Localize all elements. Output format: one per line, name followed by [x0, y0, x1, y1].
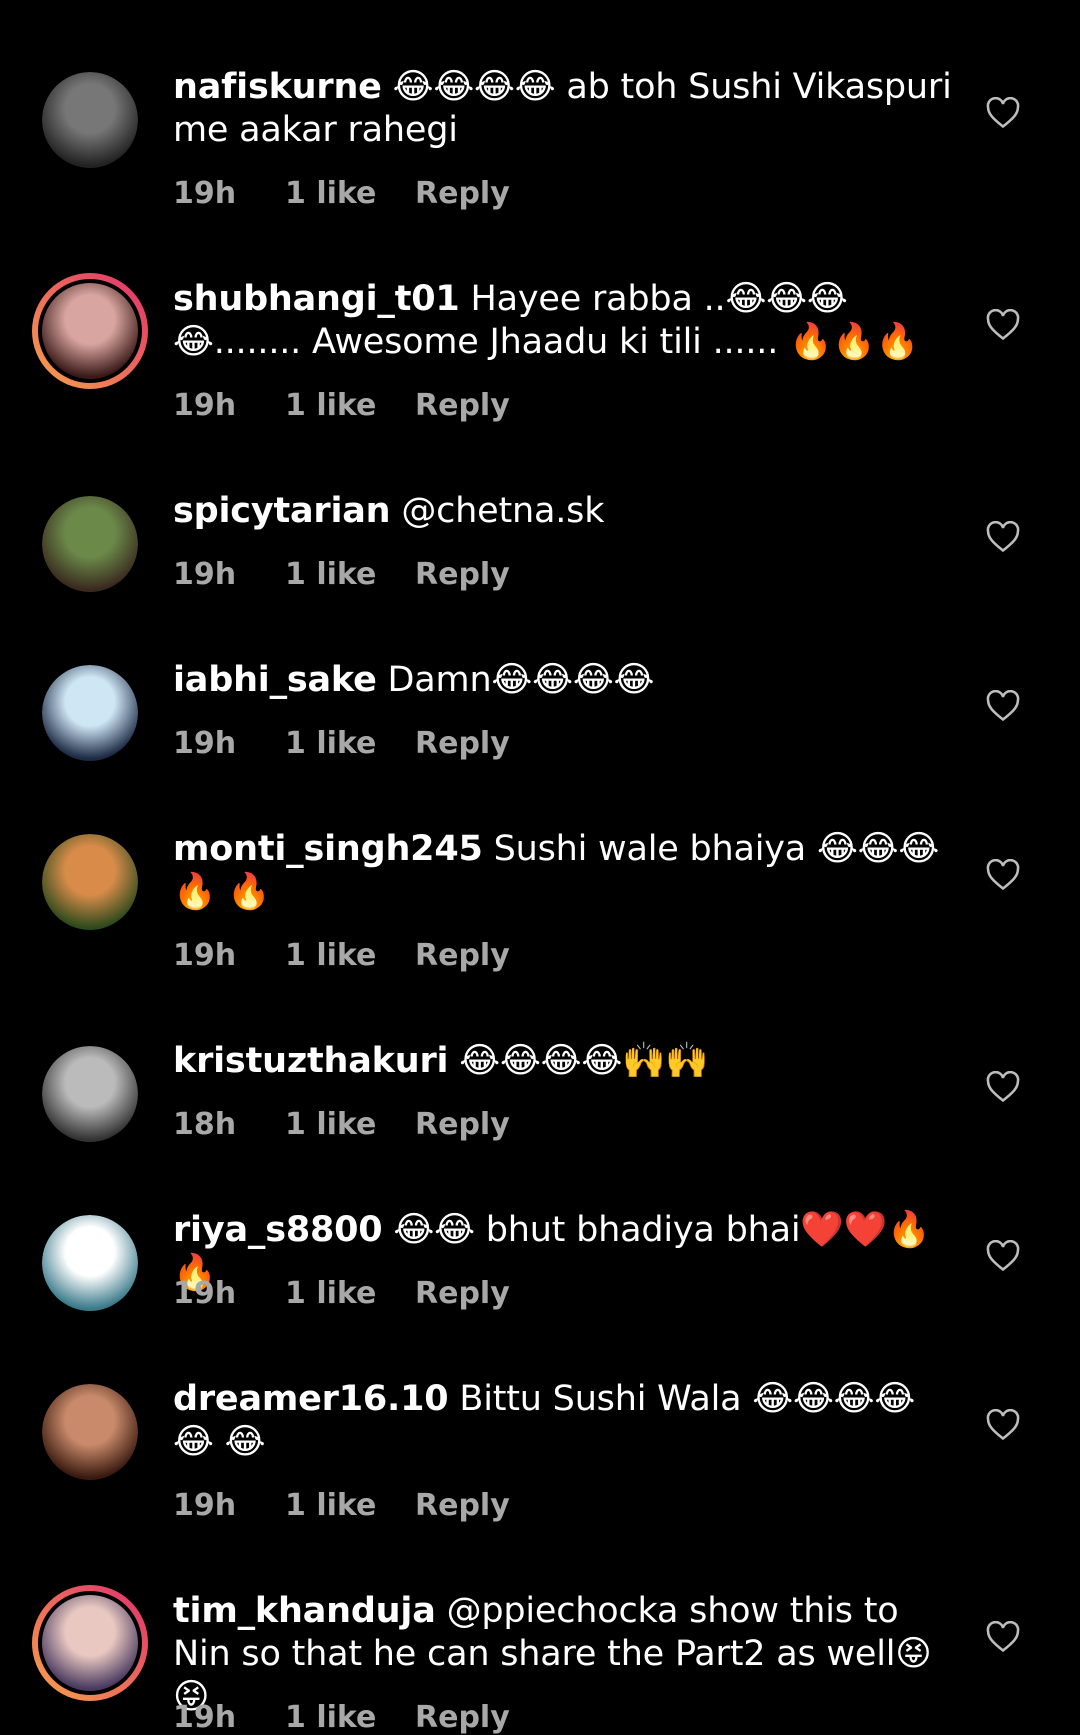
avatar[interactable] [42, 1215, 138, 1311]
avatar[interactable] [42, 72, 138, 168]
comment-timestamp: 19h [173, 938, 237, 973]
comment-meta: 19h 1 like Reply [173, 1700, 510, 1735]
comment-like-count[interactable]: 1 like [285, 1488, 415, 1523]
heart-icon[interactable] [986, 1239, 1020, 1272]
comment-body: kristuzthakuri 😂😂😂😂🙌🙌 [173, 1040, 953, 1083]
avatar[interactable] [42, 496, 138, 592]
heart-icon[interactable] [986, 520, 1020, 553]
comment-username[interactable]: nafiskurne [173, 67, 382, 107]
reply-button[interactable]: Reply [415, 1276, 510, 1311]
comment-list: nafiskurne 😂😂😂😂 ab toh Sushi Vikaspuri m… [0, 0, 1080, 1735]
comment-body: iabhi_sake Damn😂😂😂😂 [173, 659, 953, 702]
reply-button[interactable]: Reply [415, 557, 510, 592]
comment-like-count[interactable]: 1 like [285, 388, 415, 423]
avatar[interactable] [32, 273, 148, 389]
comment-timestamp: 19h [173, 388, 237, 423]
comment-meta: 19h 1 like Reply [173, 388, 510, 423]
comment-body: dreamer16.10 Bittu Sushi Wala 😂😂😂😂😂 😂 [173, 1378, 953, 1464]
avatar[interactable] [42, 834, 138, 930]
comment-like-count[interactable]: 1 like [285, 557, 415, 592]
reply-button[interactable]: Reply [415, 1107, 510, 1142]
comment-meta: 19h 1 like Reply [173, 1276, 510, 1311]
comment-like-count[interactable]: 1 like [285, 938, 415, 973]
comment-username[interactable]: tim_khanduja [173, 1591, 436, 1631]
comment-username[interactable]: dreamer16.10 [173, 1379, 449, 1419]
reply-button[interactable]: Reply [415, 1700, 510, 1735]
heart-icon[interactable] [986, 308, 1020, 341]
comment-timestamp: 19h [173, 726, 237, 761]
comment-meta: 19h 1 like Reply [173, 557, 510, 592]
comment-username[interactable]: monti_singh245 [173, 829, 483, 869]
comment-timestamp: 19h [173, 557, 237, 592]
reply-button[interactable]: Reply [415, 176, 510, 211]
reply-button[interactable]: Reply [415, 1488, 510, 1523]
comment-username[interactable]: shubhangi_t01 [173, 279, 460, 319]
comment-meta: 19h 1 like Reply [173, 726, 510, 761]
comment-body: shubhangi_t01 Hayee rabba ..😂😂😂😂........… [173, 278, 953, 364]
avatar[interactable] [32, 1585, 148, 1701]
heart-icon[interactable] [986, 1620, 1020, 1653]
comment-text: @chetna.sk [401, 491, 605, 531]
comment-meta: 19h 1 like Reply [173, 176, 510, 211]
comment-body: nafiskurne 😂😂😂😂 ab toh Sushi Vikaspuri m… [173, 66, 953, 152]
comment-timestamp: 19h [173, 1276, 237, 1311]
comment-meta: 19h 1 like Reply [173, 938, 510, 973]
reply-button[interactable]: Reply [415, 726, 510, 761]
comment-username[interactable]: spicytarian [173, 491, 391, 531]
heart-icon[interactable] [986, 1408, 1020, 1441]
comment-username[interactable]: kristuzthakuri [173, 1041, 449, 1081]
comment-timestamp: 19h [173, 1488, 237, 1523]
reply-button[interactable]: Reply [415, 938, 510, 973]
comment-timestamp: 19h [173, 176, 237, 211]
comment-body: spicytarian @chetna.sk [173, 490, 953, 533]
heart-icon[interactable] [986, 1070, 1020, 1103]
comment-username[interactable]: iabhi_sake [173, 660, 377, 700]
avatar[interactable] [42, 1046, 138, 1142]
comment-text: Damn😂😂😂😂 [387, 660, 655, 700]
reply-button[interactable]: Reply [415, 388, 510, 423]
comment-text: 😂😂😂😂🙌🙌 [459, 1041, 709, 1081]
avatar[interactable] [42, 1384, 138, 1480]
comment-meta: 18h 1 like Reply [173, 1107, 510, 1142]
comment-like-count[interactable]: 1 like [285, 1276, 415, 1311]
comment-like-count[interactable]: 1 like [285, 1700, 415, 1735]
comment-body: monti_singh245 Sushi wale bhaiya 😂😂😂🔥 🔥 [173, 828, 953, 914]
heart-icon[interactable] [986, 858, 1020, 891]
heart-icon[interactable] [986, 96, 1020, 129]
comment-timestamp: 18h [173, 1107, 237, 1142]
heart-icon[interactable] [986, 689, 1020, 722]
comment-like-count[interactable]: 1 like [285, 1107, 415, 1142]
comment-meta: 19h 1 like Reply [173, 1488, 510, 1523]
comment-like-count[interactable]: 1 like [285, 726, 415, 761]
comment-like-count[interactable]: 1 like [285, 176, 415, 211]
comment-username[interactable]: riya_s8800 [173, 1210, 383, 1250]
avatar[interactable] [42, 665, 138, 761]
comment-timestamp: 19h [173, 1700, 237, 1735]
